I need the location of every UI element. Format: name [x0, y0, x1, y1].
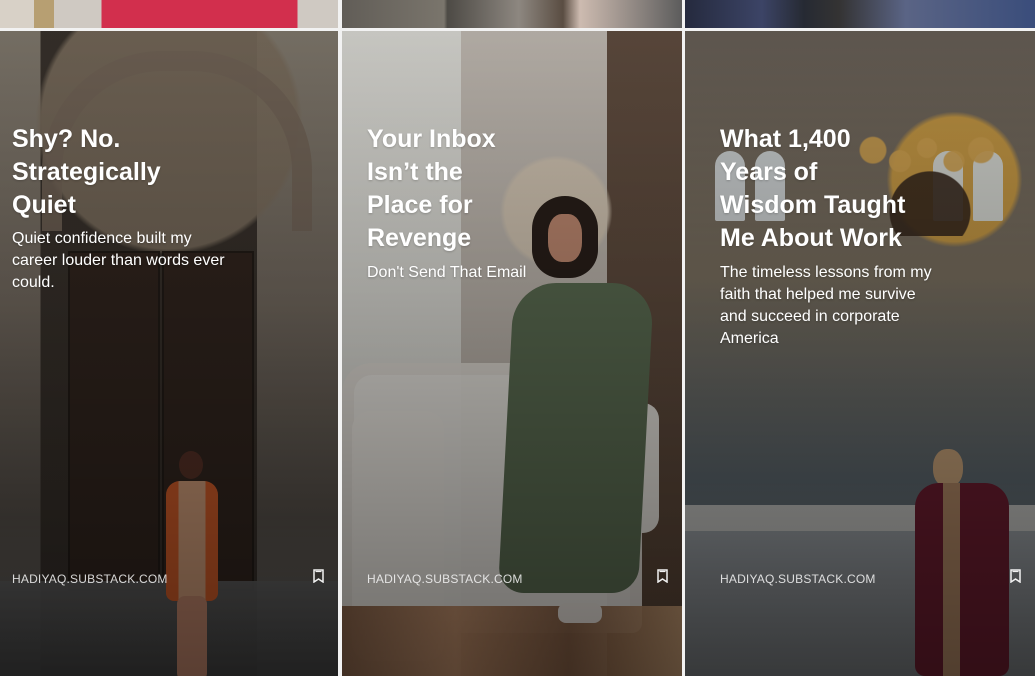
post-subtitle: Don't Send That Email	[367, 264, 527, 281]
post-domain[interactable]: HADIYAQ.SUBSTACK.COM	[12, 572, 168, 586]
post-domain[interactable]: HADIYAQ.SUBSTACK.COM	[720, 572, 876, 586]
bookmark-icon[interactable]	[657, 569, 668, 583]
post-title[interactable]: Shy? No. Strategically Quiet	[12, 123, 272, 222]
bookmark-icon[interactable]	[1010, 569, 1021, 583]
post-title[interactable]: What 1,400 Years of Wisdom Taught Me Abo…	[720, 123, 990, 255]
post-grid: Shy? No. Strategically Quiet Quiet confi…	[0, 0, 1035, 676]
top-image-strip	[342, 0, 682, 28]
top-image-strip	[685, 0, 1035, 28]
post-subtitle: Quiet confidence built my career louder …	[12, 230, 225, 291]
bookmark-icon[interactable]	[313, 569, 324, 583]
post-card[interactable]: Your Inbox Isn’t the Place for Revenge D…	[342, 31, 682, 676]
post-title[interactable]: Your Inbox Isn’t the Place for Revenge	[367, 123, 567, 255]
top-image-strip	[0, 0, 338, 28]
post-card[interactable]: Shy? No. Strategically Quiet Quiet confi…	[0, 31, 338, 676]
post-domain[interactable]: HADIYAQ.SUBSTACK.COM	[367, 572, 523, 586]
post-subtitle: The timeless lessons from my faith that …	[720, 264, 932, 347]
post-card[interactable]: What 1,400 Years of Wisdom Taught Me Abo…	[685, 31, 1035, 676]
